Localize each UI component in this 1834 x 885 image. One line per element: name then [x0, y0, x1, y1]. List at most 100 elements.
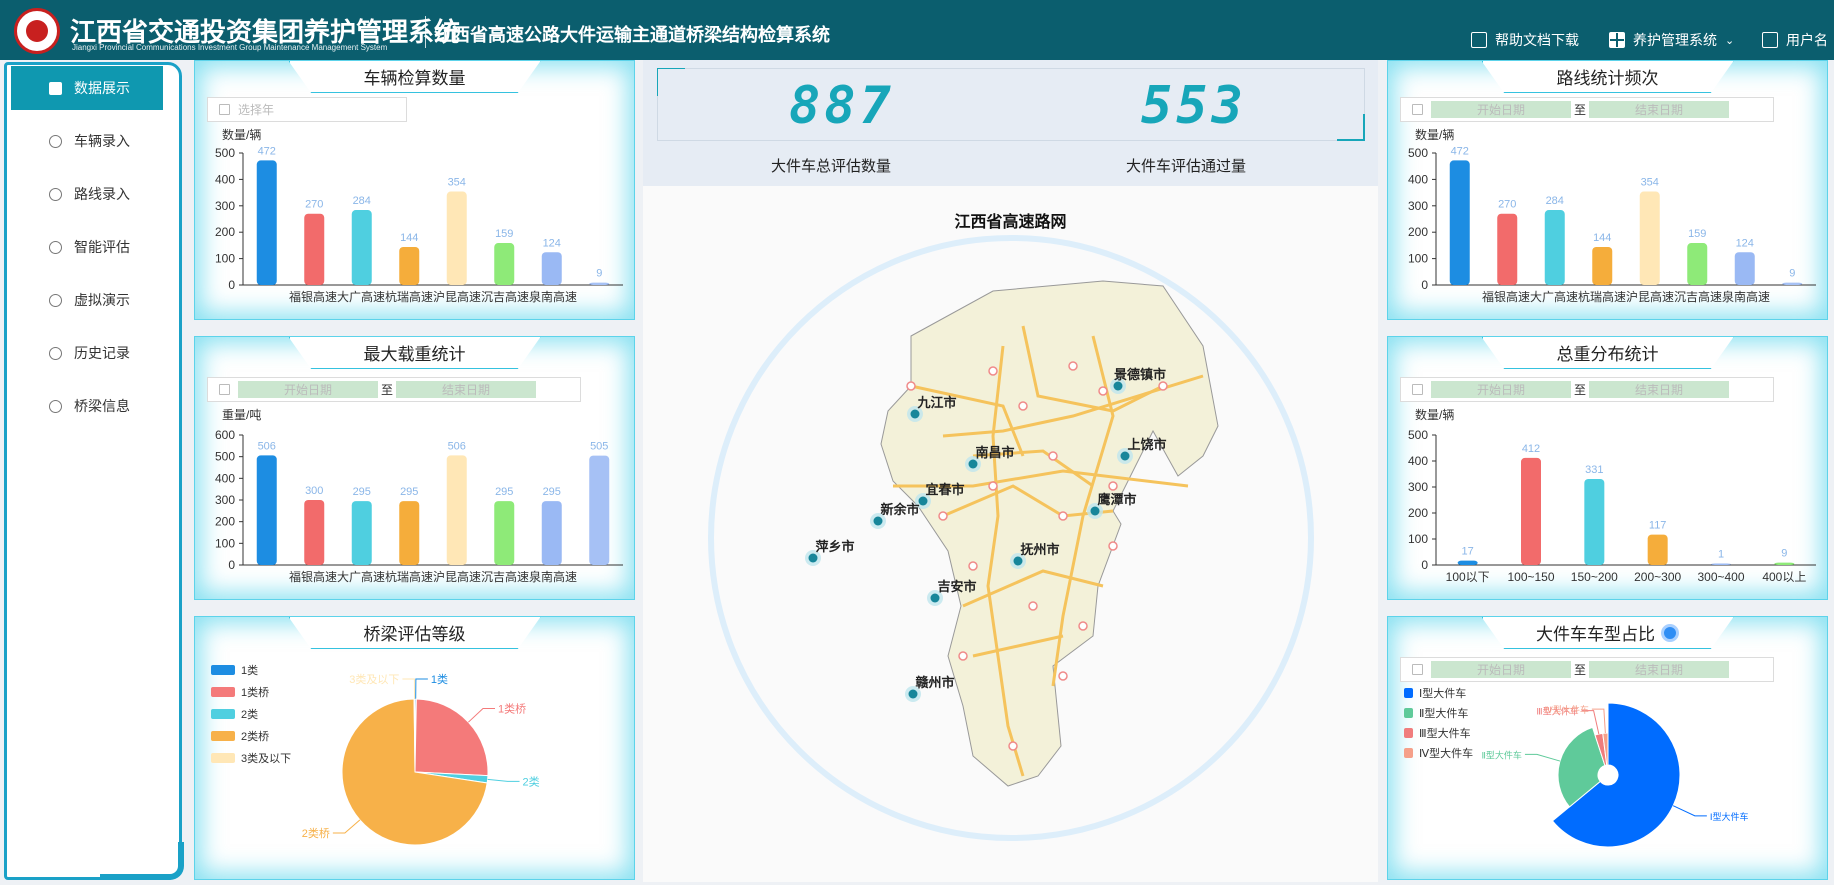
bar	[1497, 213, 1518, 285]
data-label: 144	[400, 232, 418, 244]
city-label: 上饶市	[1127, 437, 1166, 452]
grid-icon	[1609, 32, 1625, 48]
bar	[1774, 562, 1795, 565]
city-label: 南昌市	[975, 445, 1014, 460]
route-pin-icon	[49, 187, 62, 201]
legend-label: Ⅰ型大件车	[1419, 686, 1466, 700]
toll-station-marker	[1058, 511, 1068, 521]
sidebar-item-5[interactable]: 历史记录	[11, 331, 163, 375]
city-marker	[1090, 506, 1100, 516]
vehicle-type-panel: 大件车车型占比 开始日期 至 结束日期 Ⅰ型大件车 Ⅱ型大件车 Ⅲ型大件车 Ⅳ型大件车…	[1387, 616, 1828, 880]
sidebar-item-3[interactable]: 智能评估	[11, 225, 163, 269]
sidebar-item-0[interactable]: 数据展示	[11, 66, 163, 110]
bar	[1782, 282, 1803, 285]
bar	[351, 210, 372, 285]
y-tick-label: 0	[1421, 558, 1428, 572]
city-marker	[808, 553, 818, 563]
y-tick-label: 300	[1408, 480, 1428, 494]
chevron-down-icon: ⌄	[1725, 34, 1735, 47]
sidebar-item-2[interactable]: 路线录入	[11, 172, 163, 216]
weight-distribution-panel: 总重分布统计 开始日期 至 结束日期 数量/辆 0 100 200 300 400 500 1…	[1387, 336, 1828, 600]
city-marker	[930, 593, 940, 603]
bar	[589, 455, 610, 565]
bridge-grade-pie-chart: 1类 1类桥 2类 2类桥 3类及以下 1类 1类桥 2类 2类桥 3类及以下	[211, 663, 540, 846]
legend-swatch	[211, 709, 235, 719]
data-label: 270	[1498, 199, 1516, 211]
y-tick-label: 100	[1408, 532, 1428, 546]
y-tick-label: 200	[215, 225, 235, 239]
toll-station-marker	[906, 381, 916, 391]
data-label: 9	[1781, 548, 1787, 560]
data-label: 412	[1522, 443, 1540, 455]
toll-station-marker	[1078, 621, 1088, 631]
route-frequency-bar-chart: 数量/辆 0 100 200 300 400 500 472 270 284 144 354 159 12…	[1408, 127, 1816, 304]
label-leader	[415, 678, 428, 700]
y-tick-label: 0	[228, 558, 235, 572]
toll-station-marker	[1028, 601, 1038, 611]
data-label: 270	[305, 199, 323, 211]
legend-label: 3类及以下	[241, 751, 291, 765]
user-menu[interactable]: 用户名	[1762, 30, 1828, 50]
y-axis-label: 数量/辆	[1415, 407, 1454, 422]
y-tick-label: 400	[1408, 172, 1428, 186]
help-doc-download-link[interactable]: 帮助文档下载	[1471, 30, 1579, 50]
bar	[1687, 243, 1708, 285]
legend-swatch	[1404, 708, 1413, 718]
legend-swatch	[211, 753, 235, 763]
legend-swatch	[1404, 748, 1413, 758]
y-tick-label: 100	[215, 536, 235, 550]
bar	[1544, 210, 1565, 285]
bar	[446, 455, 467, 565]
x-tick-label: 200~300	[1634, 570, 1681, 584]
bar	[541, 252, 562, 285]
bar	[256, 455, 277, 565]
data-label: 472	[1451, 145, 1469, 157]
sidebar-item-label: 智能评估	[74, 239, 130, 255]
y-tick-label: 400	[1408, 454, 1428, 468]
data-label: 354	[1641, 177, 1659, 189]
sidebar-item-1[interactable]: 车辆录入	[11, 119, 163, 163]
maintenance-system-label: 养护管理系统	[1633, 32, 1717, 48]
sidebar-item-6[interactable]: 桥梁信息	[11, 384, 163, 428]
data-label: 506	[258, 440, 276, 452]
weight-distribution-bar-chart: 数量/辆 0 100 200 300 400 500 17 412 331 117 1 9 100以下 10…	[1408, 407, 1816, 584]
x-axis-labels: 福银高速大广高速杭瑞高速沪昆高速沉吉高速泉南高速	[289, 569, 577, 584]
help-doc-label: 帮助文档下载	[1495, 32, 1579, 48]
data-label: 284	[1546, 195, 1564, 207]
data-label: 295	[353, 486, 371, 498]
max-load-bar-chart: 重量/吨 0 100 200 300 400 500 600 506 300 295 295 506 29…	[215, 408, 623, 584]
bar	[1449, 160, 1470, 285]
data-label: 159	[495, 228, 513, 240]
sidebar-item-4[interactable]: 虚拟演示	[11, 278, 163, 322]
toll-station-marker	[1108, 541, 1118, 551]
label-leader	[332, 819, 361, 834]
bar	[1521, 457, 1541, 565]
data-label: 331	[1585, 464, 1603, 476]
y-tick-label: 300	[215, 493, 235, 507]
y-axis-label: 数量/辆	[1415, 127, 1454, 142]
y-tick-label: 300	[1408, 199, 1428, 213]
play-icon	[49, 293, 62, 307]
legend-label: Ⅱ型大件车	[1419, 706, 1468, 720]
y-tick-label: 600	[215, 428, 235, 442]
label-leader	[1672, 805, 1707, 817]
toll-station-marker	[988, 481, 998, 491]
bar	[541, 501, 562, 565]
slice-label: Ⅱ型大件车	[1482, 749, 1522, 760]
y-axis-label: 数量/辆	[222, 127, 261, 142]
toll-station-marker	[1108, 481, 1118, 491]
bar	[1647, 534, 1668, 565]
maintenance-system-dropdown[interactable]: 养护管理系统 ⌄	[1609, 30, 1734, 50]
sidebar-item-label: 路线录入	[74, 186, 130, 202]
sidebar-item-label: 车辆录入	[74, 133, 130, 149]
gauge-icon	[49, 240, 62, 254]
x-tick-label: 150~200	[1571, 570, 1618, 584]
toll-station-marker	[1158, 381, 1168, 391]
data-label: 124	[1736, 237, 1754, 249]
pass-evaluation-count: 553	[1141, 76, 1247, 136]
bar	[304, 500, 325, 565]
city-marker	[918, 496, 928, 506]
company-logo	[14, 8, 60, 54]
vehicle-type-pie-chart: Ⅰ型大件车Ⅱ型大件车Ⅲ型大件车Ⅳ型大件车Ⅰ型大件车Ⅱ型大件车Ⅲ型大件车Ⅳ型大件车	[1404, 686, 1749, 848]
city-label: 新余市	[880, 502, 919, 517]
